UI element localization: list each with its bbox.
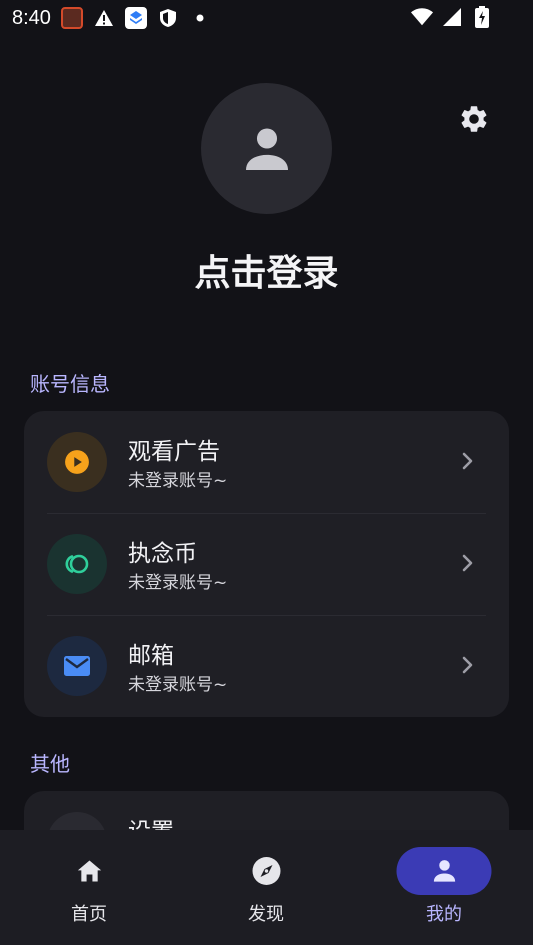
layers-app-icon [124,7,147,29]
person-icon [396,847,492,895]
list-item-subtitle: 未登录账号~ [128,471,228,491]
compass-icon [219,847,314,895]
coin-rings-icon [47,534,107,594]
battery-charging-icon [471,6,493,28]
status-time: 8:40 [12,6,51,29]
account-item-coins[interactable]: 执念币 未登录账号~ [24,513,509,615]
nav-item-mine[interactable]: 我的 [355,830,533,945]
chevron-right-icon [462,452,473,470]
login-prompt[interactable]: 点击登录 [0,244,533,296]
app-notification-icon [60,7,83,29]
chevron-right-icon [462,656,473,674]
nav-label: 我的 [426,904,462,925]
gear-icon [461,106,487,132]
nav-item-discover[interactable]: 发现 [177,830,355,945]
wifi-icon [411,6,433,28]
status-bar: 8:40 [0,0,533,36]
bottom-navigation: 首页 发现 我的 [0,830,533,945]
account-item-email[interactable]: 邮箱 未登录账号~ [24,615,509,717]
warning-icon [93,7,115,29]
nav-item-home[interactable]: 首页 [0,830,178,945]
account-card: 观看广告 未登录账号~ 执念币 未登录账号~ 邮箱 未登录账号~ [24,411,509,717]
shield-icon [157,7,179,29]
settings-button[interactable] [456,101,492,137]
section-title-other: 其他 [30,752,70,776]
account-item-watch-ads[interactable]: 观看广告 未登录账号~ [24,411,509,513]
home-icon [42,847,137,895]
list-item-subtitle: 未登录账号~ [128,573,228,593]
cellular-icon [441,6,463,28]
status-system-icons [411,6,493,28]
section-title-account: 账号信息 [30,372,110,396]
nav-label: 发现 [248,904,284,925]
list-item-title: 邮箱 [128,643,174,669]
person-placeholder-icon [245,127,288,170]
avatar[interactable] [201,83,332,214]
status-notification-icons [60,7,211,29]
chevron-right-icon [462,554,473,572]
list-item-title: 执念币 [128,541,197,567]
dot-icon [189,7,211,29]
list-item-title: 观看广告 [128,439,220,465]
play-circle-icon [47,432,107,492]
nav-label: 首页 [71,904,107,925]
mail-icon [47,636,107,696]
list-item-subtitle: 未登录账号~ [128,675,228,695]
